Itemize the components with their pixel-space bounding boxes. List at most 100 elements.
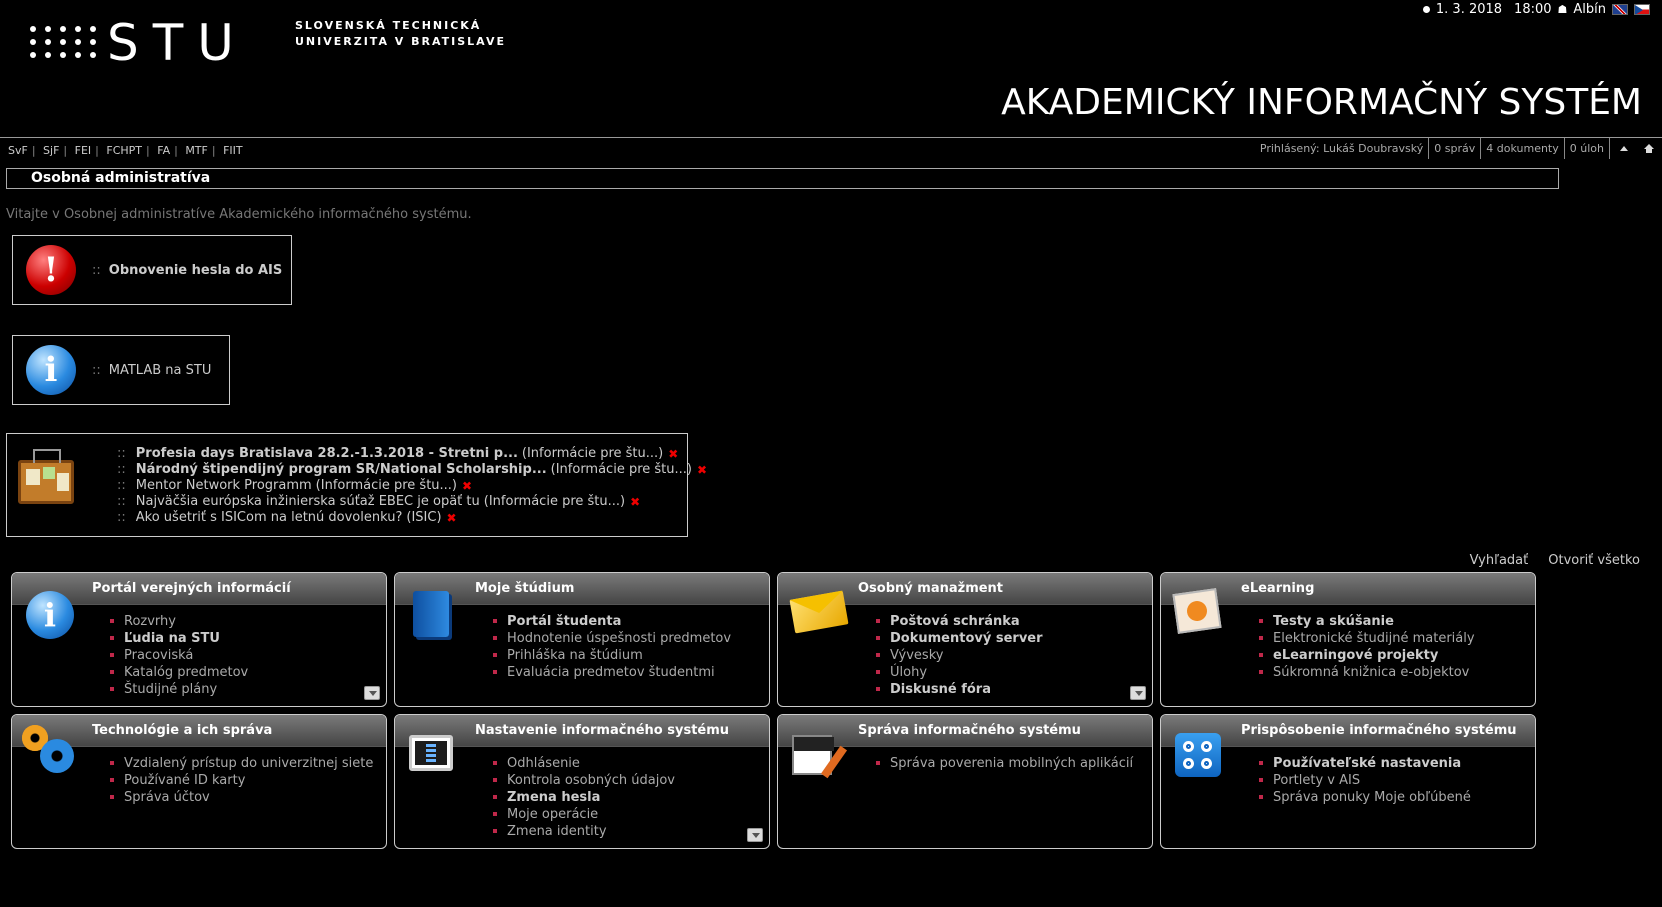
faculty-links: SvF | SjF | FEI | FCHPT | FA | MTF | FIIT — [8, 144, 243, 157]
logo-dots — [30, 25, 99, 61]
top-status: 1. 3. 2018 18:00 ☗ Albín — [1422, 2, 1650, 17]
close-icon[interactable]: ✖ — [462, 478, 472, 494]
close-icon[interactable]: ✖ — [630, 494, 640, 510]
list-item[interactable]: :: Ako ušetriť s ISICom na letnú dovolenk… — [117, 510, 707, 526]
welcome-text: Vitajte v Osobnej administratíve Akademi… — [6, 207, 472, 222]
bulletin-board: :: Profesia days Bratislava 28.2.-1.3.201… — [6, 433, 707, 537]
expand-icon[interactable] — [747, 828, 763, 842]
portlet-link[interactable]: Pracoviská — [110, 647, 386, 664]
portlet-link[interactable]: Moje operácie — [493, 806, 769, 823]
english-flag-icon[interactable] — [1612, 4, 1628, 15]
documents-count[interactable]: 4 dokumenty — [1481, 138, 1565, 159]
section-title: Osobná administratíva — [6, 168, 1559, 189]
clock-icon — [1422, 6, 1430, 13]
book-icon — [413, 591, 449, 637]
stu-logo[interactable]: STU — [30, 18, 248, 68]
elearning-icon — [1172, 588, 1222, 634]
messages-count[interactable]: 0 správ — [1429, 138, 1482, 159]
portlet-link[interactable]: Zmena identity — [493, 823, 769, 840]
info-icon: i — [26, 345, 76, 395]
open-all-link[interactable]: Otvoriť všetko — [1548, 553, 1640, 568]
university-name: SLOVENSKÁ TECHNICKÁ UNIVERZITA V BRATISL… — [295, 19, 506, 48]
close-icon[interactable]: ✖ — [668, 446, 678, 462]
info-icon: i — [26, 591, 74, 639]
expand-icon[interactable] — [364, 686, 380, 700]
list-item[interactable]: :: Mentor Network Programm (Informácie pre… — [117, 478, 707, 494]
portlet-link[interactable]: Portál študenta — [493, 613, 769, 630]
faculty-link[interactable]: SvF — [8, 144, 28, 157]
user-icon: ☗ — [1557, 3, 1568, 16]
notice-matlab[interactable]: i :: MATLAB na STU — [12, 335, 230, 405]
portlet-link[interactable]: Kontrola osobných údajov — [493, 772, 769, 789]
czech-flag-icon[interactable] — [1634, 4, 1650, 15]
time: 18:00 — [1514, 2, 1552, 17]
portlet-link[interactable]: Používané ID karty — [110, 772, 386, 789]
arrow-up-icon[interactable] — [1620, 146, 1628, 151]
portlet-link[interactable]: Dokumentový server — [876, 630, 1152, 647]
list-item[interactable]: :: Národný štipendijný program SR/Nationa… — [117, 462, 707, 478]
system-title: AKADEMICKÝ INFORMAČNÝ SYSTÉM — [1001, 82, 1642, 123]
portlet-link[interactable]: Poštová schránka — [876, 613, 1152, 630]
portlet-technologies: Technológie a ich správa Vzdialený príst… — [11, 714, 387, 849]
portlet-personal-management: Osobný manažment Poštová schránka Dokume… — [777, 572, 1153, 707]
portlet-title[interactable]: Správa informačného systému — [778, 715, 1152, 747]
portlet-title[interactable]: Moje štúdium — [395, 573, 769, 605]
logo-text: STU — [107, 14, 248, 72]
alert-icon: ! — [26, 245, 76, 295]
portlet-link[interactable]: Zmena hesla — [493, 789, 769, 806]
portlet-link[interactable]: Úlohy — [876, 664, 1152, 681]
portlet-link[interactable]: Súkromná knižnica e-objektov — [1259, 664, 1535, 681]
home-icon[interactable] — [1644, 144, 1654, 153]
monitor-icon — [409, 735, 453, 771]
portlet-link[interactable]: Elektronické študijné materiály — [1259, 630, 1535, 647]
portlet-link[interactable]: Vzdialený prístup do univerzitnej siete — [110, 755, 386, 772]
settings-apps-icon — [1175, 733, 1221, 777]
portlet-link[interactable]: Správa účtov — [110, 789, 386, 806]
portlet-actions: Vyhľadať Otvoriť všetko — [1470, 553, 1640, 568]
bulletin-list: :: Profesia days Bratislava 28.2.-1.3.201… — [117, 446, 707, 526]
portlet-public-info: Portál verejných informácií i Rozvrhy Ľu… — [11, 572, 387, 707]
portlet-link[interactable]: Odhlásenie — [493, 755, 769, 772]
search-link[interactable]: Vyhľadať — [1470, 553, 1529, 568]
tasks-count[interactable]: 0 úloh — [1565, 138, 1610, 159]
faculty-link[interactable]: FCHPT — [106, 144, 142, 157]
user-bar: Prihlásený: Lukáš Doubravský 0 správ 4 d… — [1255, 138, 1654, 159]
portlet-link[interactable]: Katalóg predmetov — [110, 664, 386, 681]
portlet-link[interactable]: Portlety v AIS — [1259, 772, 1535, 789]
notice-label[interactable]: Obnovenie hesla do AIS — [109, 263, 282, 278]
notice-label[interactable]: MATLAB na STU — [109, 363, 212, 378]
portlet-link[interactable]: Diskusné fóra — [876, 681, 1152, 698]
faculty-link[interactable]: FA — [157, 144, 170, 157]
portlet-link[interactable]: Používateľské nastavenia — [1259, 755, 1535, 772]
date: 1. 3. 2018 — [1435, 2, 1503, 17]
close-icon[interactable]: ✖ — [697, 462, 707, 478]
user-short[interactable]: Albín — [1573, 2, 1606, 17]
faculty-link[interactable]: MTF — [185, 144, 208, 157]
portlet-link[interactable]: Správa poverenia mobilných aplikácií — [876, 755, 1152, 772]
logged-in-user[interactable]: Prihlásený: Lukáš Doubravský — [1255, 138, 1430, 159]
portlet-link[interactable]: Rozvrhy — [110, 613, 386, 630]
portlet-system-settings: Nastavenie informačného systému Odhlásen… — [394, 714, 770, 849]
faculty-link[interactable]: FIIT — [223, 144, 243, 157]
bulletin-board-icon — [18, 460, 74, 504]
portlet-link[interactable]: eLearningové projekty — [1259, 647, 1535, 664]
portlet-link[interactable]: Hodnotenie úspešnosti predmetov — [493, 630, 769, 647]
portlet-system-administration: Správa informačného systému Správa pover… — [777, 714, 1153, 849]
list-item[interactable]: :: Profesia days Bratislava 28.2.-1.3.201… — [117, 446, 707, 462]
portlet-link[interactable]: Vývesky — [876, 647, 1152, 664]
faculty-link[interactable]: SjF — [43, 144, 59, 157]
portlet-link[interactable]: Ľudia na STU — [110, 630, 386, 647]
portlet-link[interactable]: Testy a skúšanie — [1259, 613, 1535, 630]
list-item[interactable]: :: Najväčšia európska inžinierska súťaž E… — [117, 494, 707, 510]
portlet-link[interactable]: Študijné plány — [110, 681, 386, 698]
portlet-link[interactable]: Evaluácia predmetov študentmi — [493, 664, 769, 681]
gear-icon — [22, 725, 74, 773]
close-icon[interactable]: ✖ — [447, 510, 457, 526]
portlet-customization: Prispôsobenie informačného systému Použí… — [1160, 714, 1536, 849]
notice-password-reset[interactable]: ! :: Obnovenie hesla do AIS — [12, 235, 292, 305]
expand-icon[interactable] — [1130, 686, 1146, 700]
portlet-elearning: eLearning Testy a skúšanie Elektronické … — [1160, 572, 1536, 707]
faculty-link[interactable]: FEI — [75, 144, 92, 157]
portlet-link[interactable]: Správa ponuky Moje obľúbené — [1259, 789, 1535, 806]
portlet-link[interactable]: Prihláška na štúdium — [493, 647, 769, 664]
